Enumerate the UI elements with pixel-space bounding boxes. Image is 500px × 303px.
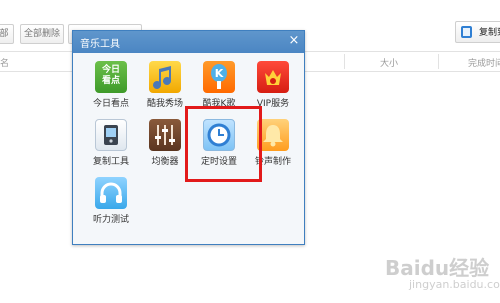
karaoke-k-glyph: K — [215, 67, 224, 80]
highlight-annotation — [185, 106, 262, 182]
column-name[interactable]: 名 — [0, 56, 9, 69]
music-note-icon — [149, 61, 181, 93]
tool-copy[interactable]: 复制工具 — [87, 119, 135, 175]
tool-label: 复制工具 — [92, 157, 129, 167]
close-icon[interactable]: × — [286, 33, 302, 49]
delete-all-button[interactable]: 全部删除 — [20, 24, 64, 44]
headphones-icon — [95, 177, 127, 209]
column-completed[interactable]: 完成时间 — [468, 56, 500, 69]
dialog-title: 音乐工具 — [80, 39, 120, 50]
equalizer-icon — [149, 119, 181, 151]
copy-to-label: 复制到 — [479, 28, 500, 38]
karaoke-mic-icon: K — [203, 61, 235, 93]
tool-label: 今日看点 — [92, 99, 129, 109]
column-size[interactable]: 大小 — [380, 56, 398, 69]
column-divider — [344, 54, 345, 69]
tool-today-news[interactable]: 今日 看点 今日看点 — [87, 61, 135, 117]
tool-label: 听力测试 — [92, 215, 129, 225]
column-divider — [438, 54, 439, 69]
dialog-titlebar[interactable]: 音乐工具 × — [73, 31, 304, 53]
news-icon: 今日 看点 — [95, 61, 127, 93]
tool-equalizer[interactable]: 均衡器 — [141, 119, 189, 175]
partial-left-button[interactable]: 部 — [0, 24, 14, 44]
copy-device-icon — [95, 119, 127, 151]
vip-crown-icon — [257, 61, 289, 93]
copy-to-button[interactable]: 复制到 — [455, 21, 500, 43]
tool-kuwo-show[interactable]: 酷我秀场 — [141, 61, 189, 117]
tool-hearing-test[interactable]: 听力测试 — [87, 177, 135, 233]
copy-icon — [461, 26, 472, 38]
baidu-watermark-logo: Baidu经验 jingyan.baidu.com — [385, 256, 500, 291]
